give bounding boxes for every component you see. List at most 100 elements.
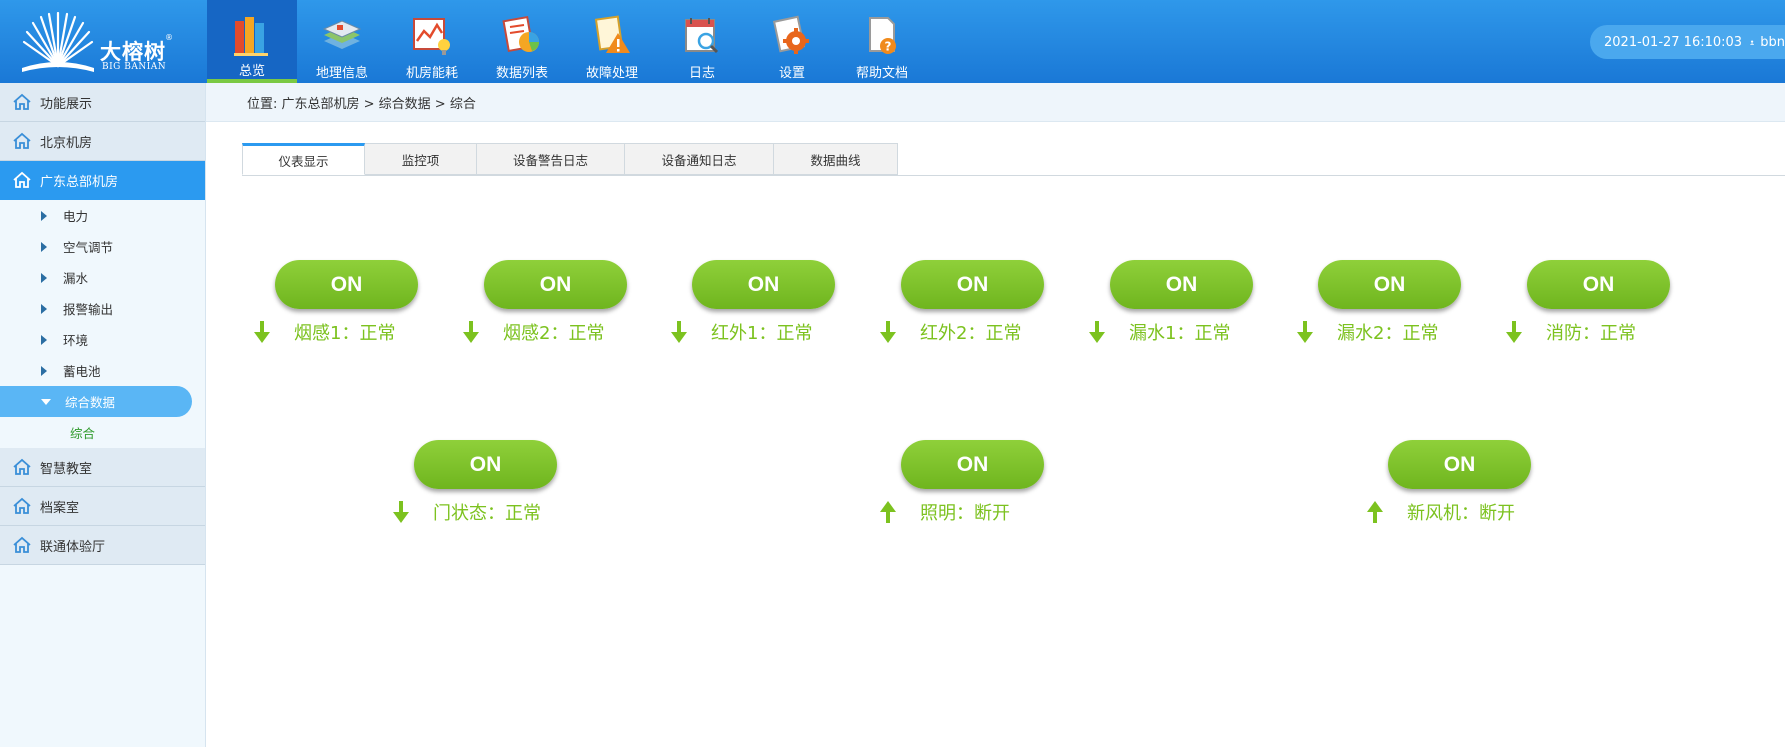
subitem-air[interactable]: 空气调节 (0, 231, 205, 262)
on-toggle-button[interactable]: ON (414, 440, 557, 489)
nav-label: 地理信息 (315, 66, 368, 81)
tab-bar: 仪表显示 监控项 设备警告日志 设备通知日志 数据曲线 (242, 143, 898, 175)
home-icon (13, 497, 31, 514)
nav-item-fault[interactable]: 故障处理 (567, 0, 657, 83)
indicator: ON 消防：正常 (1506, 260, 1676, 370)
indicator-label: 烟感1：正常 (294, 323, 396, 344)
books-icon (234, 17, 268, 56)
sidebar-item-label: 联通体验厅 (40, 539, 106, 555)
indicator-label: 门状态：正常 (433, 503, 541, 524)
tab-gauge-display[interactable]: 仪表显示 (242, 143, 365, 175)
subitem-label: 电力 (63, 209, 89, 224)
sidebar-item-label: 功能展示 (40, 96, 93, 112)
on-toggle-button[interactable]: ON (901, 440, 1044, 489)
caret-right-icon (41, 365, 47, 376)
sidebar-item-label: 智慧教室 (40, 461, 93, 477)
help-document-icon: ? (869, 17, 896, 54)
nav-item-help[interactable]: ? 帮助文档 (837, 0, 927, 83)
on-toggle-button[interactable]: ON (1318, 260, 1461, 309)
datetime: 2021-01-27 16:10:03 (1604, 34, 1743, 50)
tab-device-notice-log[interactable]: 设备通知日志 (625, 143, 774, 175)
on-toggle-button[interactable]: ON (484, 260, 627, 309)
caret-right-icon (41, 241, 47, 252)
indicator-status: 红外1：正常 (671, 320, 812, 344)
arrow-up-icon (1367, 501, 1383, 523)
subitem-battery[interactable]: 蓄电池 (0, 355, 205, 386)
indicator: ON 新风机：断开 (1367, 440, 1537, 550)
data-list-icon (502, 15, 539, 53)
nav-item-geo-info[interactable]: 地理信息 (297, 0, 387, 83)
subitem-label: 综合数据 (65, 395, 116, 410)
indicator: ON 红外2：正常 (880, 260, 1050, 370)
indicator-status: 漏水2：正常 (1297, 320, 1438, 344)
nav-item-energy[interactable]: 机房能耗 (387, 0, 477, 83)
tab-device-warning-log[interactable]: 设备警告日志 (477, 143, 625, 175)
home-icon (13, 536, 31, 553)
indicator-label: 红外2：正常 (920, 323, 1022, 344)
subitem-environment[interactable]: 环境 (0, 324, 205, 355)
arrow-down-icon (254, 321, 270, 343)
indicator-label: 烟感2：正常 (503, 323, 605, 344)
indicator-status: 漏水1：正常 (1089, 320, 1230, 344)
caret-right-icon (41, 210, 47, 221)
sidebar-item-unicom-hall[interactable]: 联通体验厅 (0, 526, 205, 565)
subitem-alarm-output[interactable]: 报警输出 (0, 293, 205, 324)
on-toggle-button[interactable]: ON (1110, 260, 1253, 309)
indicator-status: 红外2：正常 (880, 320, 1021, 344)
subitem-label: 报警输出 (63, 302, 114, 317)
registered-mark: ® (165, 33, 173, 42)
arrow-down-icon (393, 501, 409, 523)
on-toggle-button[interactable]: ON (1388, 440, 1531, 489)
arrow-down-icon (1089, 321, 1105, 343)
home-icon (13, 458, 31, 475)
nav-label: 机房能耗 (405, 66, 458, 81)
indicator: ON 红外1：正常 (671, 260, 841, 370)
nav-item-data-list[interactable]: 数据列表 (477, 0, 567, 83)
sidebar-item-beijing[interactable]: 北京机房 (0, 122, 205, 161)
logo-subtext: BIG BANIAN (102, 62, 167, 72)
energy-chart-icon (413, 18, 450, 55)
subitem-label: 空气调节 (63, 240, 114, 255)
tab-monitor-items[interactable]: 监控项 (365, 143, 477, 175)
indicator: ON 烟感2：正常 (463, 260, 633, 370)
nav-label: 故障处理 (585, 66, 638, 81)
sidebar-item-guangdong[interactable]: 广东总部机房 (0, 161, 205, 200)
sidebar-item-archive[interactable]: 档案室 (0, 487, 205, 526)
sidebar: 功能展示 北京机房 广东总部机房 电力 空气调节 漏水 报警输出 环境 蓄电池 … (0, 83, 206, 747)
indicator: ON 漏水1：正常 (1089, 260, 1259, 370)
tab-data-curve[interactable]: 数据曲线 (774, 143, 898, 175)
username[interactable]: bbn (1760, 35, 1785, 50)
subitem-power[interactable]: 电力 (0, 200, 205, 231)
sidebar-item-smart-classroom[interactable]: 智慧教室 (0, 448, 205, 487)
arrow-down-icon (463, 321, 479, 343)
home-icon (13, 93, 31, 110)
on-toggle-button[interactable]: ON (275, 260, 418, 309)
banian-tree-logo-icon (22, 12, 94, 72)
gear-icon (772, 15, 809, 54)
indicator-label: 漏水2：正常 (1337, 323, 1439, 344)
on-toggle-button[interactable]: ON (1527, 260, 1670, 309)
leaf-item-composite[interactable]: 综合 (0, 417, 205, 448)
nav-label: 总览 (238, 64, 265, 79)
indicator-label: 照明：断开 (920, 503, 1010, 524)
arrow-down-icon (1506, 321, 1522, 343)
subitem-composite-data[interactable]: 综合数据 (0, 386, 192, 417)
user-info: 2021-01-27 16:10:03 bbn (1590, 25, 1785, 59)
map-icon (322, 20, 362, 49)
on-toggle-button[interactable]: ON (901, 260, 1044, 309)
nav-item-log[interactable]: 日志 (657, 0, 747, 83)
on-toggle-button[interactable]: ON (692, 260, 835, 309)
subitem-leak[interactable]: 漏水 (0, 262, 205, 293)
sidebar-item-feature-demo[interactable]: 功能展示 (0, 83, 205, 122)
nav-label: 日志 (688, 66, 715, 81)
main-nav: 总览 地理信息 机房能耗 数据列表 故障处理 日志 设置 ? 帮助文档 (207, 0, 927, 83)
subitem-label: 环境 (63, 333, 89, 348)
nav-item-settings[interactable]: 设置 (747, 0, 837, 83)
indicator-label: 消防：正常 (1546, 323, 1636, 344)
arrow-down-icon (1297, 321, 1313, 343)
indicator-status: 门状态：正常 (393, 500, 541, 524)
user-icon (1750, 40, 1755, 45)
nav-label: 数据列表 (495, 66, 548, 81)
nav-item-overview[interactable]: 总览 (207, 0, 297, 83)
svg-text:?: ? (885, 40, 892, 54)
